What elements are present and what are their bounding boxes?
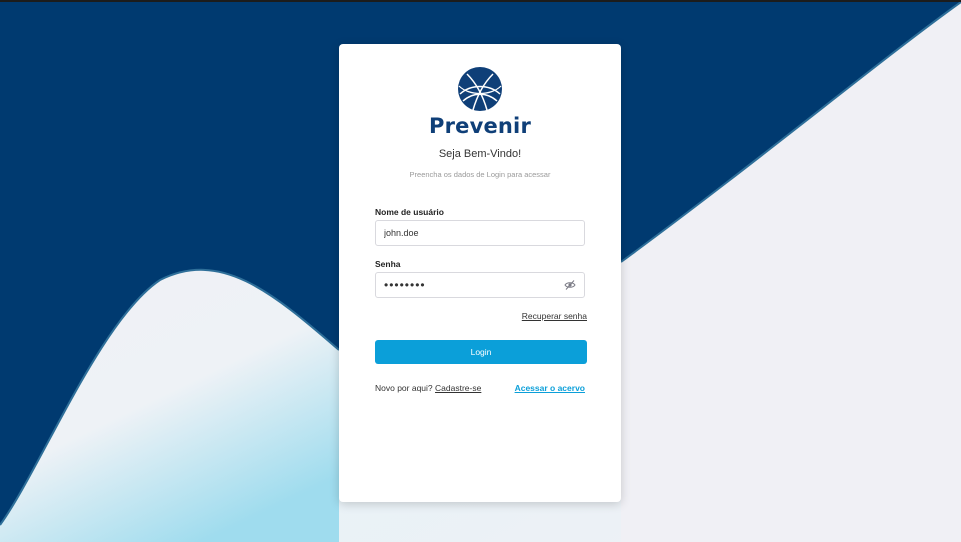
password-label: Senha <box>375 259 401 269</box>
username-label: Nome de usuário <box>375 207 444 217</box>
welcome-title: Seja Bem-Vindo! <box>438 148 522 160</box>
logo: Prevenir <box>339 66 621 138</box>
password-field-wrapper <box>375 272 585 298</box>
signup-prompt: Novo por aqui? <box>375 383 433 393</box>
signup-link[interactable]: Cadastre-se <box>435 383 481 393</box>
login-card: Prevenir Seja Bem-Vindo! Preencha os dad… <box>339 44 621 502</box>
archive-link[interactable]: Acessar o acervo <box>515 383 585 393</box>
signup-row: Novo por aqui? Cadastre-se <box>375 383 481 393</box>
password-input[interactable] <box>384 273 564 297</box>
globe-logo-icon <box>458 67 502 111</box>
recover-password-link[interactable]: Recuperar senha <box>522 311 587 321</box>
login-subtitle: Preencha os dados de Login para acessar <box>409 170 551 179</box>
brand-name: Prevenir <box>428 114 532 138</box>
username-field-wrapper <box>375 220 585 246</box>
login-button[interactable]: Login <box>375 340 587 364</box>
window-top-border <box>0 0 961 2</box>
eye-off-icon[interactable] <box>564 279 576 291</box>
username-input[interactable] <box>384 221 564 245</box>
